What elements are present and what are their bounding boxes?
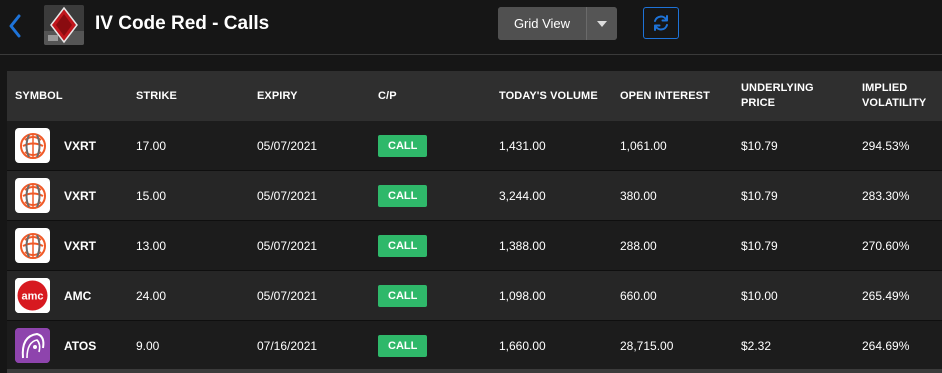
open-interest-cell: 1,061.00: [620, 139, 667, 153]
refresh-button[interactable]: [643, 7, 679, 39]
svg-text:amc: amc: [21, 291, 43, 303]
column-header-expiry[interactable]: EXPIRY: [257, 71, 367, 121]
implied-volatility-cell: 264.69%: [862, 339, 910, 353]
symbol-cell[interactable]: VXRT: [64, 221, 96, 271]
expiry-cell: 05/07/2021: [257, 139, 318, 153]
call-badge: CALL: [378, 285, 428, 307]
table-row[interactable]: ATOS 9.00 07/16/2021 1,660.00 28,715.00 $2.32…: [7, 321, 942, 371]
table-body: VXRT 17.00 05/07/2021 1,431.00 1,061.00 $10.7…: [7, 121, 942, 371]
symbol-cell[interactable]: AMC: [64, 271, 91, 321]
table-row[interactable]: VXRT 15.00 05/07/2021 3,244.00 380.00 $10.79 2…: [7, 171, 942, 221]
call-badge: CALL: [378, 335, 428, 357]
open-interest-cell: 28,715.00: [620, 339, 674, 353]
volume-cell: 1,431.00: [499, 139, 546, 153]
strike-cell: 24.00: [136, 289, 167, 303]
refresh-icon: [654, 15, 668, 31]
atos-logo-icon: [15, 328, 50, 363]
strike-cell: 17.00: [136, 139, 167, 153]
table-row[interactable]: amc AMC 24.00 05/07/2021 1,098.00 660.00 $10.0…: [7, 271, 942, 321]
open-interest-cell: 380.00: [620, 189, 657, 203]
implied-volatility-cell: 270.60%: [862, 239, 910, 253]
underlying-price-cell: $10.79: [741, 189, 778, 203]
volume-cell: 3,244.00: [499, 189, 546, 203]
expiry-cell: 05/07/2021: [257, 189, 318, 203]
call-put-cell: CALL: [378, 221, 428, 271]
volume-cell: 1,660.00: [499, 339, 546, 353]
call-put-cell: CALL: [378, 121, 428, 171]
column-header-underlying-price[interactable]: UNDERLYING PRICE: [741, 71, 831, 121]
amc-logo-icon: amc: [15, 278, 50, 313]
table-row[interactable]: VXRT 17.00 05/07/2021 1,431.00 1,061.00 $10.7…: [7, 121, 942, 171]
view-mode-label[interactable]: Grid View: [498, 7, 586, 40]
vxrt-logo-icon: [15, 128, 50, 163]
call-put-cell: CALL: [378, 171, 428, 221]
vxrt-logo-icon: [15, 178, 50, 213]
underlying-price-cell: $2.32: [741, 339, 772, 353]
expiry-cell: 05/07/2021: [257, 239, 318, 253]
table-header: SYMBOL STRIKE EXPIRY C/P TODAY'S VOLUME …: [7, 71, 942, 121]
page-title: IV Code Red - Calls: [95, 13, 270, 34]
view-mode-dropdown[interactable]: Grid View: [498, 7, 617, 40]
underlying-price-cell: $10.79: [741, 239, 778, 253]
strike-cell: 15.00: [136, 189, 167, 203]
top-bar: IV Code Red - Calls Grid View: [0, 0, 942, 55]
symbol-cell[interactable]: VXRT: [64, 171, 96, 221]
strike-cell: 9.00: [136, 339, 160, 353]
open-interest-cell: 660.00: [620, 289, 657, 303]
underlying-price-cell: $10.79: [741, 139, 778, 153]
symbol-cell[interactable]: ATOS: [64, 321, 96, 371]
call-badge: CALL: [378, 185, 428, 207]
column-header-cp[interactable]: C/P: [378, 71, 488, 121]
call-put-cell: CALL: [378, 321, 428, 371]
options-table: SYMBOL STRIKE EXPIRY C/P TODAY'S VOLUME …: [7, 71, 942, 371]
vxrt-logo-icon: [15, 228, 50, 263]
call-badge: CALL: [378, 135, 428, 157]
expiry-cell: 07/16/2021: [257, 339, 318, 353]
horizontal-scrollbar[interactable]: [7, 369, 942, 373]
implied-volatility-cell: 265.49%: [862, 289, 910, 303]
volume-cell: 1,388.00: [499, 239, 546, 253]
column-header-symbol[interactable]: SYMBOL: [15, 71, 125, 121]
open-interest-cell: 288.00: [620, 239, 657, 253]
expiry-cell: 05/07/2021: [257, 289, 318, 303]
column-header-implied-volatility[interactable]: IMPLIED VOLATILITY: [862, 71, 942, 121]
column-header-open-interest[interactable]: OPEN INTEREST: [620, 71, 730, 121]
symbol-cell[interactable]: VXRT: [64, 121, 96, 171]
volume-cell: 1,098.00: [499, 289, 546, 303]
implied-volatility-cell: 294.53%: [862, 139, 910, 153]
call-put-cell: CALL: [378, 271, 428, 321]
implied-volatility-cell: 283.30%: [862, 189, 910, 203]
strike-cell: 13.00: [136, 239, 167, 253]
underlying-price-cell: $10.00: [741, 289, 778, 303]
table-row[interactable]: VXRT 13.00 05/07/2021 1,388.00 288.00 $10.79 2…: [7, 221, 942, 271]
call-badge: CALL: [378, 235, 428, 257]
screener-logo: [44, 5, 84, 45]
caret-down-icon: [597, 20, 607, 27]
column-header-volume[interactable]: TODAY'S VOLUME: [499, 71, 611, 121]
chevron-left-icon: [9, 14, 21, 38]
dropdown-toggle[interactable]: [586, 7, 617, 40]
back-button[interactable]: [4, 11, 26, 41]
column-header-strike[interactable]: STRIKE: [136, 71, 246, 121]
